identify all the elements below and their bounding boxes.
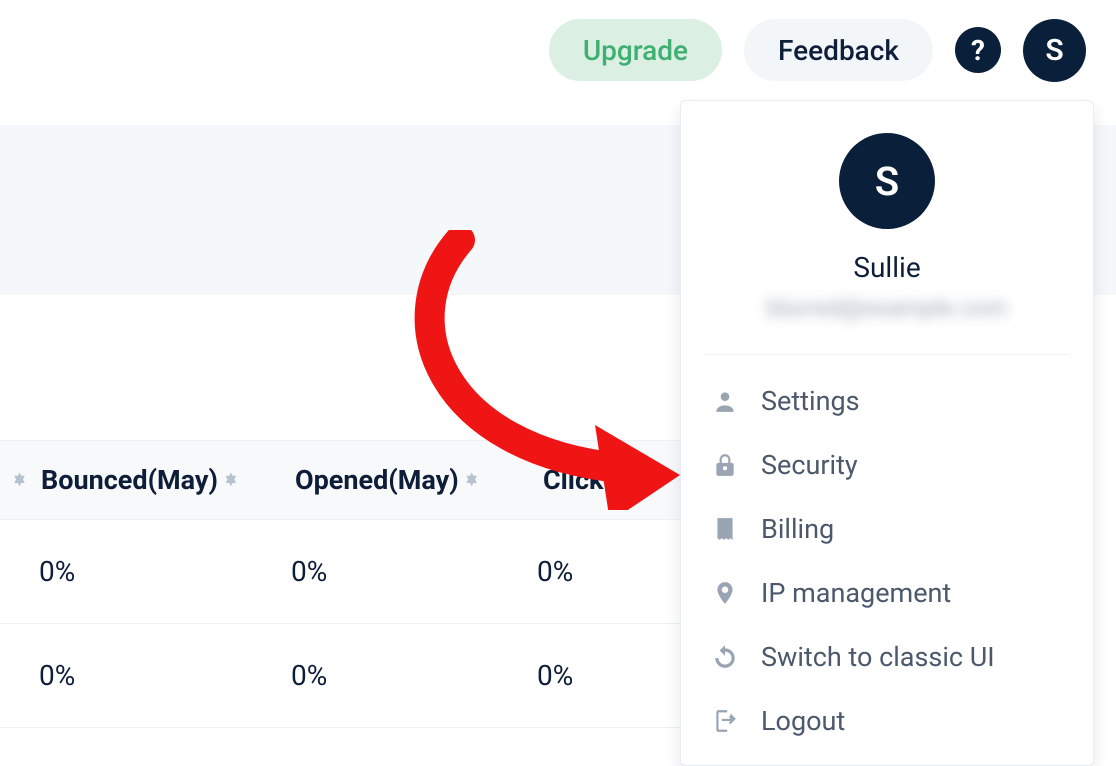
- upgrade-button[interactable]: Upgrade: [549, 19, 722, 81]
- logout-icon: [709, 705, 741, 737]
- table-header-opened[interactable]: Opened(May) ▲▼: [289, 464, 535, 496]
- table-row: 0% 0% 0%: [0, 624, 686, 728]
- user-menu-profile: S Sullie blurred@example.com: [681, 129, 1093, 344]
- col-label: Opened(May): [295, 464, 459, 496]
- cell: 0%: [285, 659, 531, 692]
- receipt-icon: [709, 513, 741, 545]
- menu-item-security[interactable]: Security: [699, 433, 1075, 497]
- menu-item-label: Logout: [761, 705, 845, 737]
- user-name: Sullie: [853, 251, 920, 284]
- sort-icon: ▲▼: [222, 473, 240, 485]
- table-header-edge[interactable]: ▲▼: [0, 474, 33, 486]
- user-icon: [709, 385, 741, 417]
- sort-icon: ▲▼: [463, 473, 481, 485]
- menu-item-classic-ui[interactable]: Switch to classic UI: [699, 625, 1075, 689]
- table-header-click[interactable]: Click: [537, 464, 686, 496]
- cell: 0%: [531, 659, 686, 692]
- feedback-button[interactable]: Feedback: [744, 19, 933, 81]
- user-avatar-button[interactable]: S: [1023, 19, 1086, 82]
- user-avatar-large: S: [839, 133, 935, 229]
- menu-item-ip-management[interactable]: IP management: [699, 561, 1075, 625]
- cell: 0%: [33, 659, 285, 692]
- menu-item-logout[interactable]: Logout: [699, 689, 1075, 753]
- col-label: Bounced(May): [41, 464, 218, 496]
- menu-item-label: Security: [761, 449, 858, 481]
- menu-item-label: IP management: [761, 577, 951, 609]
- help-icon[interactable]: ?: [955, 27, 1001, 73]
- table-header-row: ▲▼ Bounced(May) ▲▼ Opened(May) ▲▼ Click: [0, 440, 686, 520]
- menu-item-label: Billing: [761, 513, 834, 545]
- menu-divider: [705, 354, 1069, 355]
- menu-item-label: Switch to classic UI: [761, 641, 995, 673]
- pin-icon: [709, 577, 741, 609]
- table-row: 0% 0% 0%: [0, 520, 686, 624]
- menu-item-billing[interactable]: Billing: [699, 497, 1075, 561]
- cell: 0%: [33, 555, 285, 588]
- stats-table: ▲▼ Bounced(May) ▲▼ Opened(May) ▲▼ Click …: [0, 440, 686, 728]
- table-header-bounced[interactable]: Bounced(May) ▲▼: [35, 464, 287, 496]
- sort-icon: ▲▼: [11, 473, 29, 485]
- top-header: Upgrade Feedback ? S: [0, 0, 1116, 100]
- lock-icon: [709, 449, 741, 481]
- cell: 0%: [285, 555, 531, 588]
- refresh-icon: [709, 641, 741, 673]
- menu-item-settings[interactable]: Settings: [699, 369, 1075, 433]
- menu-item-label: Settings: [761, 385, 860, 417]
- cell: 0%: [531, 555, 686, 588]
- col-label: Click: [543, 464, 603, 496]
- user-menu: S Sullie blurred@example.com Settings Se…: [680, 100, 1094, 766]
- user-email: blurred@example.com: [767, 294, 1008, 322]
